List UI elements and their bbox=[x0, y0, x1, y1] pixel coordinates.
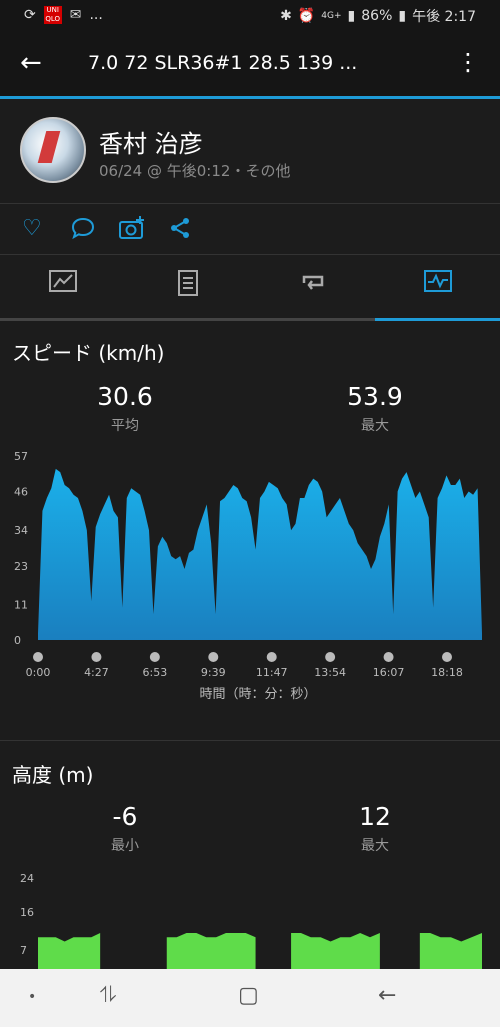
document-icon bbox=[177, 270, 198, 296]
system-nav-bar: • ⥮ ▢ ← bbox=[0, 969, 500, 1027]
tab-charts[interactable] bbox=[375, 269, 500, 299]
altitude-chart[interactable]: 7 16 24 bbox=[0, 868, 500, 969]
speed-average-value: 30.6 bbox=[97, 382, 153, 411]
status-bar: ⟳ UNI QLO ✉ ... ✱ ⏰ 4G+ ▮ 86% ▮ 午後 2:17 bbox=[0, 0, 500, 30]
share-icon[interactable] bbox=[168, 216, 192, 246]
clock: 午後 2:17 bbox=[412, 9, 476, 25]
activity-header: 香村 治彦 06/24 @ 午後0:12・その他 bbox=[0, 99, 500, 204]
x-tick-label: 18:18 bbox=[431, 666, 463, 679]
x-tick-dot bbox=[383, 652, 394, 662]
y-tick-label: 34 bbox=[14, 524, 28, 537]
battery-percent: 86% bbox=[361, 8, 393, 24]
speed-average: 30.6 平均 bbox=[25, 382, 225, 435]
mail-icon: ✉ bbox=[69, 7, 82, 23]
x-tick-label: 11:47 bbox=[256, 666, 288, 679]
tab-stats[interactable] bbox=[125, 269, 250, 303]
bluetooth-icon: ✱ bbox=[280, 8, 292, 24]
y-tick-label: 23 bbox=[14, 560, 28, 573]
section-divider bbox=[0, 740, 500, 741]
app-bar: ← 7.0 72 SLR36#1 28.5 139 ... ⋮ bbox=[0, 30, 500, 96]
back-arrow-icon[interactable]: ← bbox=[20, 48, 42, 78]
battery-icon: ▮ bbox=[398, 8, 407, 24]
altitude-series-area bbox=[38, 933, 101, 969]
heart-icon[interactable]: ♡ bbox=[22, 216, 42, 241]
x-axis-label: 時間（時：分：秒） bbox=[199, 687, 316, 702]
speed-max-value: 53.9 bbox=[347, 382, 403, 411]
x-tick-label: 9:39 bbox=[201, 666, 226, 679]
y-tick-label: 11 bbox=[14, 598, 28, 611]
signal-icon: ▮ bbox=[347, 8, 356, 24]
speed-series-area bbox=[38, 468, 482, 640]
x-tick-dot bbox=[208, 652, 219, 662]
altitude-series-area bbox=[166, 933, 256, 969]
speed-max: 53.9 最大 bbox=[275, 382, 475, 435]
altitude-min-value: -6 bbox=[112, 802, 138, 831]
activity-title: 7.0 72 SLR36#1 28.5 139 ... bbox=[88, 52, 358, 74]
activity-meta: 06/24 @ 午後0:12・その他 bbox=[99, 162, 291, 180]
altitude-max-label: 最大 bbox=[361, 838, 389, 854]
action-bar: ♡ bbox=[0, 204, 500, 255]
speed-chart[interactable]: 0 11 23 34 46 57 0:00 4:27 6:53 9:39 11:47 13:54 16:… bbox=[0, 448, 500, 708]
tab-active-indicator bbox=[375, 318, 500, 321]
more-notifications: ... bbox=[89, 7, 103, 23]
overview-icon[interactable]: ▢ bbox=[238, 983, 259, 1008]
overflow-menu-icon[interactable]: ⋮ bbox=[456, 48, 480, 76]
refresh-icon: ⟳ bbox=[24, 7, 36, 23]
recents-icon[interactable]: ⥮ bbox=[100, 983, 116, 1008]
altitude-title: 高度 (m) bbox=[12, 763, 94, 787]
alarm-icon: ⏰ bbox=[297, 8, 316, 24]
y-tick-label: 7 bbox=[20, 944, 27, 957]
x-tick-dot bbox=[91, 652, 102, 662]
altitude-min: -6 最小 bbox=[25, 802, 225, 855]
speed-max-label: 最大 bbox=[361, 418, 389, 434]
loop-icon bbox=[302, 275, 323, 290]
speed-average-label: 平均 bbox=[111, 418, 139, 434]
uniqlo-icon: UNI QLO bbox=[43, 6, 62, 24]
network-label: 4G+ bbox=[321, 11, 342, 21]
x-tick-label: 13:54 bbox=[314, 666, 346, 679]
x-tick-label: 4:27 bbox=[84, 666, 109, 679]
y-tick-label: 46 bbox=[14, 486, 28, 499]
chart-icon bbox=[423, 270, 452, 292]
add-photo-icon[interactable] bbox=[118, 216, 146, 246]
speed-title: スピード (km/h) bbox=[12, 341, 165, 365]
altitude-max-value: 12 bbox=[359, 802, 391, 831]
x-tick-dot bbox=[266, 652, 277, 662]
altitude-max: 12 最大 bbox=[275, 802, 475, 855]
detail-tabs bbox=[0, 255, 500, 321]
comment-icon[interactable] bbox=[70, 216, 96, 246]
altitude-min-label: 最小 bbox=[111, 838, 139, 854]
altitude-series-area bbox=[419, 933, 482, 969]
flag-icon bbox=[48, 270, 77, 292]
tab-laps[interactable] bbox=[250, 269, 375, 299]
x-tick-label: 0:00 bbox=[26, 666, 51, 679]
x-tick-dot bbox=[149, 652, 160, 662]
x-tick-dot bbox=[442, 652, 452, 662]
back-nav-icon[interactable]: ← bbox=[378, 983, 396, 1008]
y-tick-label: 16 bbox=[20, 906, 34, 919]
x-tick-label: 16:07 bbox=[373, 666, 405, 679]
altitude-series-area bbox=[291, 933, 380, 969]
x-tick-dot bbox=[33, 652, 43, 662]
x-tick-label: 6:53 bbox=[143, 666, 168, 679]
tab-overview[interactable] bbox=[0, 269, 125, 299]
avatar[interactable] bbox=[20, 117, 86, 183]
y-tick-label: 24 bbox=[20, 872, 34, 885]
y-tick-label: 57 bbox=[14, 450, 28, 463]
user-name: 香村 治彦 bbox=[99, 130, 203, 158]
home-dot-icon[interactable]: • bbox=[28, 989, 36, 1005]
y-tick-label: 0 bbox=[14, 634, 21, 647]
x-tick-dot bbox=[325, 652, 336, 662]
